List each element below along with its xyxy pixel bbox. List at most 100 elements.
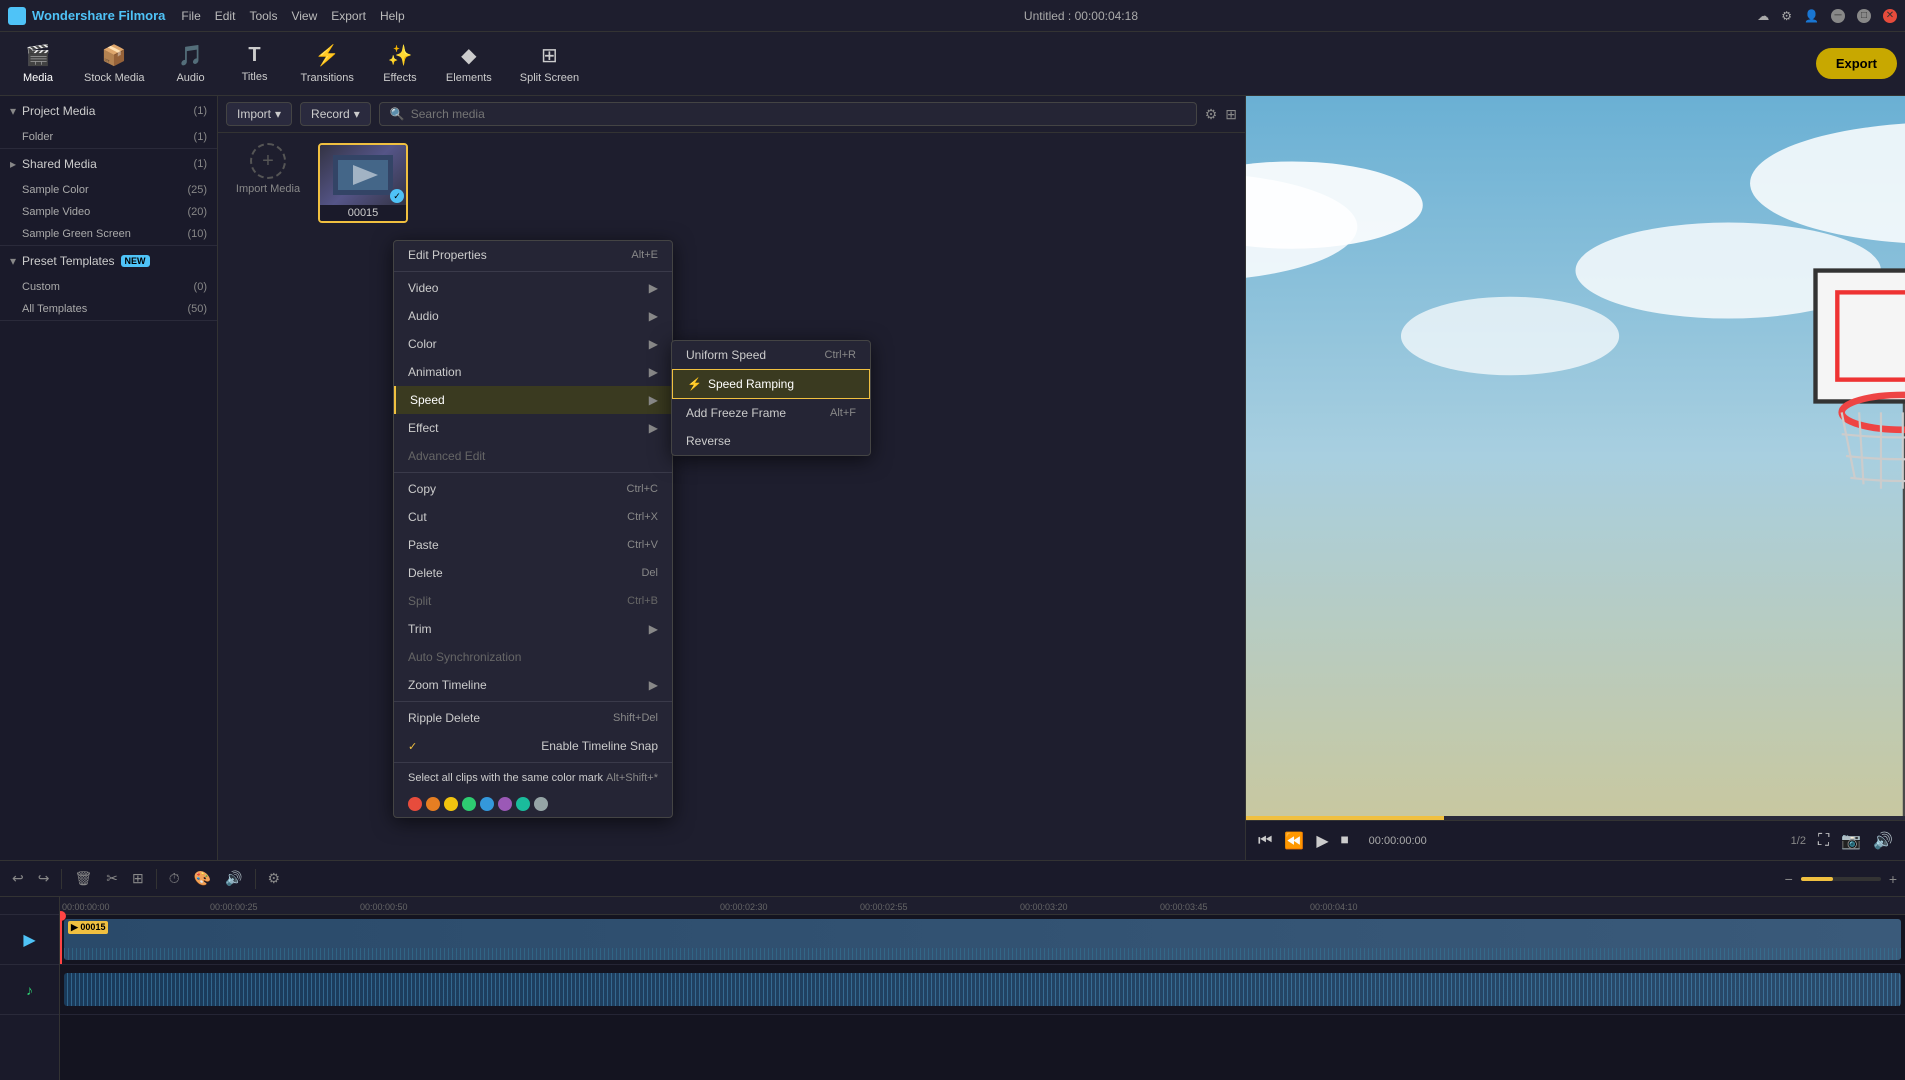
swatch-purple[interactable] — [498, 797, 512, 811]
menu-export[interactable]: Export — [331, 9, 366, 23]
project-media-header[interactable]: ▾ Project Media (1) — [0, 96, 217, 126]
swatch-green[interactable] — [462, 797, 476, 811]
import-area[interactable]: + Import Media — [228, 143, 308, 195]
maximize-button[interactable]: □ — [1857, 9, 1871, 23]
add-freeze-frame-item[interactable]: Add Freeze Frame Alt+F — [672, 399, 870, 427]
toolbar-media-label: Media — [23, 72, 53, 84]
zoom-out-icon[interactable]: − — [1785, 871, 1793, 887]
preset-templates-header[interactable]: ▾ Preset Templates NEW — [0, 246, 217, 276]
cloud-icon[interactable]: ☁ — [1757, 9, 1769, 23]
search-box[interactable]: 🔍 — [379, 102, 1197, 126]
ctx-speed[interactable]: Speed ▶ — [394, 386, 672, 414]
tl-crop-button[interactable]: ⊞ — [128, 866, 148, 891]
menu-file[interactable]: File — [181, 9, 200, 23]
settings-icon[interactable]: ⚙ — [1781, 9, 1792, 23]
stop-button[interactable]: ⏹ — [1341, 832, 1349, 850]
zoom-slider[interactable] — [1801, 877, 1881, 881]
all-templates-item[interactable]: All Templates (50) — [0, 298, 217, 320]
audio-track-label: ♪ — [0, 965, 59, 1015]
project-media-section: ▾ Project Media (1) Folder (1) — [0, 96, 217, 149]
zoom-in-icon[interactable]: + — [1889, 871, 1897, 887]
import-plus-button[interactable]: + — [250, 143, 286, 179]
toolbar-effects[interactable]: ✨ Effects — [370, 37, 430, 90]
go-start-button[interactable]: ⏮ — [1258, 832, 1272, 850]
ctx-copy[interactable]: Copy Ctrl+C — [394, 475, 672, 503]
menu-view[interactable]: View — [291, 9, 317, 23]
ruler-spacer — [0, 897, 59, 915]
tl-volume-button[interactable]: 🔊 — [221, 866, 246, 891]
toolbar-split-screen[interactable]: ⊞ Split Screen — [508, 37, 591, 90]
record-button[interactable]: Record ▾ — [300, 102, 371, 126]
ctx-edit-properties[interactable]: Edit Properties Alt+E — [394, 241, 672, 269]
close-button[interactable]: ✕ — [1883, 9, 1897, 23]
folder-item[interactable]: Folder (1) — [0, 126, 217, 148]
toolbar-audio[interactable]: 🎵 Audio — [161, 37, 221, 90]
custom-item[interactable]: Custom (0) — [0, 276, 217, 298]
sample-green-screen-item[interactable]: Sample Green Screen (10) — [0, 223, 217, 245]
menu-bar[interactable]: File Edit Tools View Export Help — [181, 9, 404, 23]
toolbar-elements[interactable]: ◆ Elements — [434, 37, 504, 90]
swatch-red[interactable] — [408, 797, 422, 811]
ctx-audio-label: Audio — [408, 309, 439, 323]
ctx-enable-snap[interactable]: ✓ Enable Timeline Snap — [394, 732, 672, 760]
ctx-color[interactable]: Color ▶ — [394, 330, 672, 358]
ruler-mark-3: 00:00:02:30 — [720, 902, 768, 912]
filter-icon[interactable]: ⚙ — [1205, 106, 1218, 123]
uniform-speed-item[interactable]: Uniform Speed Ctrl+R — [672, 341, 870, 369]
shared-media-header[interactable]: ▸ Shared Media (1) — [0, 149, 217, 179]
sample-video-item[interactable]: Sample Video (20) — [0, 201, 217, 223]
menu-edit[interactable]: Edit — [215, 9, 236, 23]
ctx-paste[interactable]: Paste Ctrl+V — [394, 531, 672, 559]
audio-clip[interactable] — [64, 973, 1901, 1006]
step-back-button[interactable]: ⏪ — [1284, 831, 1304, 851]
ctx-ripple-delete[interactable]: Ripple Delete Shift+Del — [394, 704, 672, 732]
ctx-delete[interactable]: Delete Del — [394, 559, 672, 587]
media-thumbnail-00015[interactable]: ✓ 00015 — [318, 143, 408, 223]
tl-redo-button[interactable]: ↪ — [34, 866, 54, 891]
grid-icon[interactable]: ⊞ — [1225, 106, 1237, 123]
tl-color-button[interactable]: 🎨 — [190, 866, 215, 891]
swatch-teal[interactable] — [516, 797, 530, 811]
toolbar-transitions[interactable]: ⚡ Transitions — [289, 37, 366, 90]
ctx-cut[interactable]: Cut Ctrl+X — [394, 503, 672, 531]
toolbar-stock-media[interactable]: 📦 Stock Media — [72, 37, 157, 90]
import-button[interactable]: Import ▾ — [226, 102, 292, 126]
toolbar-titles[interactable]: T Titles — [225, 38, 285, 89]
user-icon[interactable]: 👤 — [1804, 9, 1819, 23]
playhead[interactable] — [60, 915, 62, 964]
volume-button[interactable]: 🔊 — [1873, 831, 1893, 851]
play-button[interactable]: ▶ — [1316, 831, 1328, 851]
tl-speed-button[interactable]: ⏱ — [165, 866, 184, 891]
tl-settings-button[interactable]: ⚙ — [264, 866, 285, 891]
left-panel: ▾ Project Media (1) Folder (1) ▸ Shared … — [0, 96, 218, 860]
ctx-animation[interactable]: Animation ▶ — [394, 358, 672, 386]
sample-color-item[interactable]: Sample Color (25) — [0, 179, 217, 201]
video-clip[interactable]: ▶ 00015 — [64, 919, 1901, 960]
swatch-yellow[interactable] — [444, 797, 458, 811]
ctx-paste-shortcut: Ctrl+V — [627, 539, 658, 551]
reverse-item[interactable]: Reverse — [672, 427, 870, 455]
toolbar-media[interactable]: 🎬 Media — [8, 37, 68, 90]
ctx-zoom-timeline[interactable]: Zoom Timeline ▶ — [394, 671, 672, 699]
shared-media-section: ▸ Shared Media (1) Sample Color (25) Sam… — [0, 149, 217, 246]
swatch-gray[interactable] — [534, 797, 548, 811]
minimize-button[interactable]: ─ — [1831, 9, 1845, 23]
swatch-orange[interactable] — [426, 797, 440, 811]
tl-split-button[interactable]: ✂ — [102, 866, 122, 891]
ctx-video[interactable]: Video ▶ — [394, 274, 672, 302]
tl-undo-button[interactable]: ↩ — [8, 866, 28, 891]
swatch-blue[interactable] — [480, 797, 494, 811]
fullscreen-button[interactable]: ⛶ — [1818, 832, 1829, 850]
snapshot-button[interactable]: 📷 — [1841, 831, 1861, 851]
search-input[interactable] — [411, 107, 1186, 121]
menu-help[interactable]: Help — [380, 9, 405, 23]
ctx-trim[interactable]: Trim ▶ — [394, 615, 672, 643]
menu-tools[interactable]: Tools — [249, 9, 277, 23]
ctx-audio[interactable]: Audio ▶ — [394, 302, 672, 330]
export-button[interactable]: Export — [1816, 48, 1897, 79]
edit-properties-shortcut: Alt+E — [631, 249, 658, 261]
tl-delete-button[interactable]: 🗑 — [70, 866, 96, 891]
ctx-color-mark[interactable]: Select all clips with the same color mar… — [394, 765, 672, 791]
ctx-effect[interactable]: Effect ▶ — [394, 414, 672, 442]
speed-ramping-item[interactable]: ⚡ Speed Ramping — [672, 369, 870, 399]
